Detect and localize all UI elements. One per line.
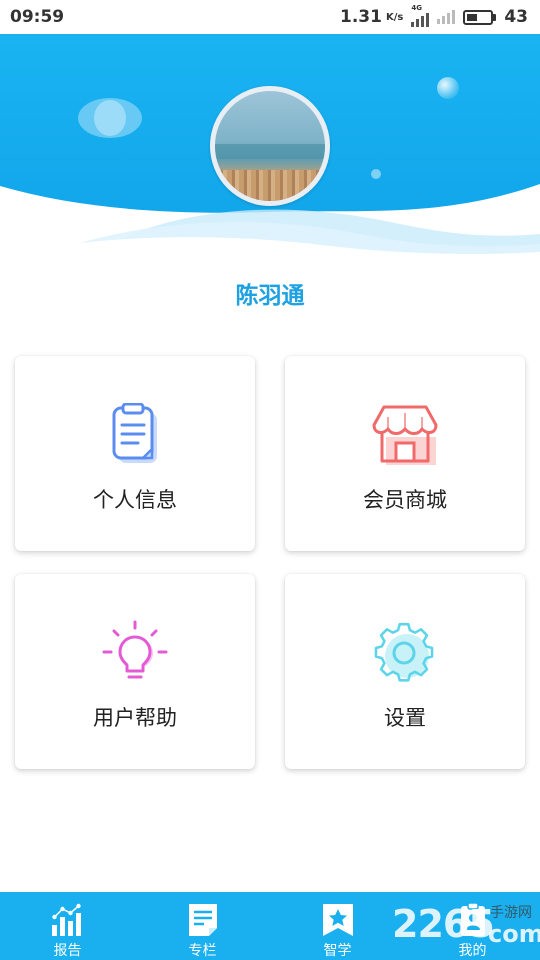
nav-column[interactable]: 专栏 — [135, 892, 270, 960]
star-bookmark-icon — [320, 902, 356, 938]
bar-chart-icon — [50, 902, 86, 938]
battery-level: 43 — [504, 7, 528, 27]
settings-card[interactable]: 设置 — [285, 574, 525, 769]
profile-info-label: 个人信息 — [93, 488, 177, 512]
status-indicators: 1.31 K/s 4G 43 — [340, 4, 528, 27]
network-type: 4G — [411, 4, 422, 12]
nav-mine-label: 我的 — [458, 943, 487, 959]
battery-icon — [463, 9, 497, 25]
bottom-nav: 报告 专栏 智学 我的 — [0, 892, 540, 960]
signal-icon — [437, 10, 456, 24]
network-speed: 1.31 — [340, 7, 382, 27]
settings-label: 设置 — [384, 706, 426, 730]
status-bar: 09:59 1.31 K/s 4G 43 — [0, 0, 540, 34]
nav-column-label: 专栏 — [188, 943, 217, 959]
user-help-label: 用户帮助 — [93, 706, 177, 730]
nav-report-label: 报告 — [53, 943, 82, 959]
nav-report[interactable]: 报告 — [0, 892, 135, 960]
profile-info-card[interactable]: 个人信息 — [15, 356, 255, 551]
clipboard-icon — [99, 400, 171, 472]
gear-icon — [369, 618, 441, 690]
document-icon — [185, 902, 221, 938]
avatar[interactable] — [210, 86, 330, 206]
member-mall-card[interactable]: 会员商城 — [285, 356, 525, 551]
user-help-card[interactable]: 用户帮助 — [15, 574, 255, 769]
nav-study[interactable]: 智学 — [270, 892, 405, 960]
store-icon — [369, 400, 441, 472]
network-speed-unit: K/s — [385, 11, 404, 23]
username: 陈羽通 — [235, 283, 305, 309]
profile-header — [0, 34, 540, 264]
signal-4g-icon: 4G — [411, 4, 430, 27]
user-icon — [455, 902, 491, 938]
member-mall-label: 会员商城 — [363, 488, 447, 512]
nav-mine[interactable]: 我的 — [405, 892, 540, 960]
lightbulb-icon — [99, 618, 171, 690]
nav-study-label: 智学 — [323, 943, 352, 959]
status-time: 09:59 — [10, 7, 65, 27]
